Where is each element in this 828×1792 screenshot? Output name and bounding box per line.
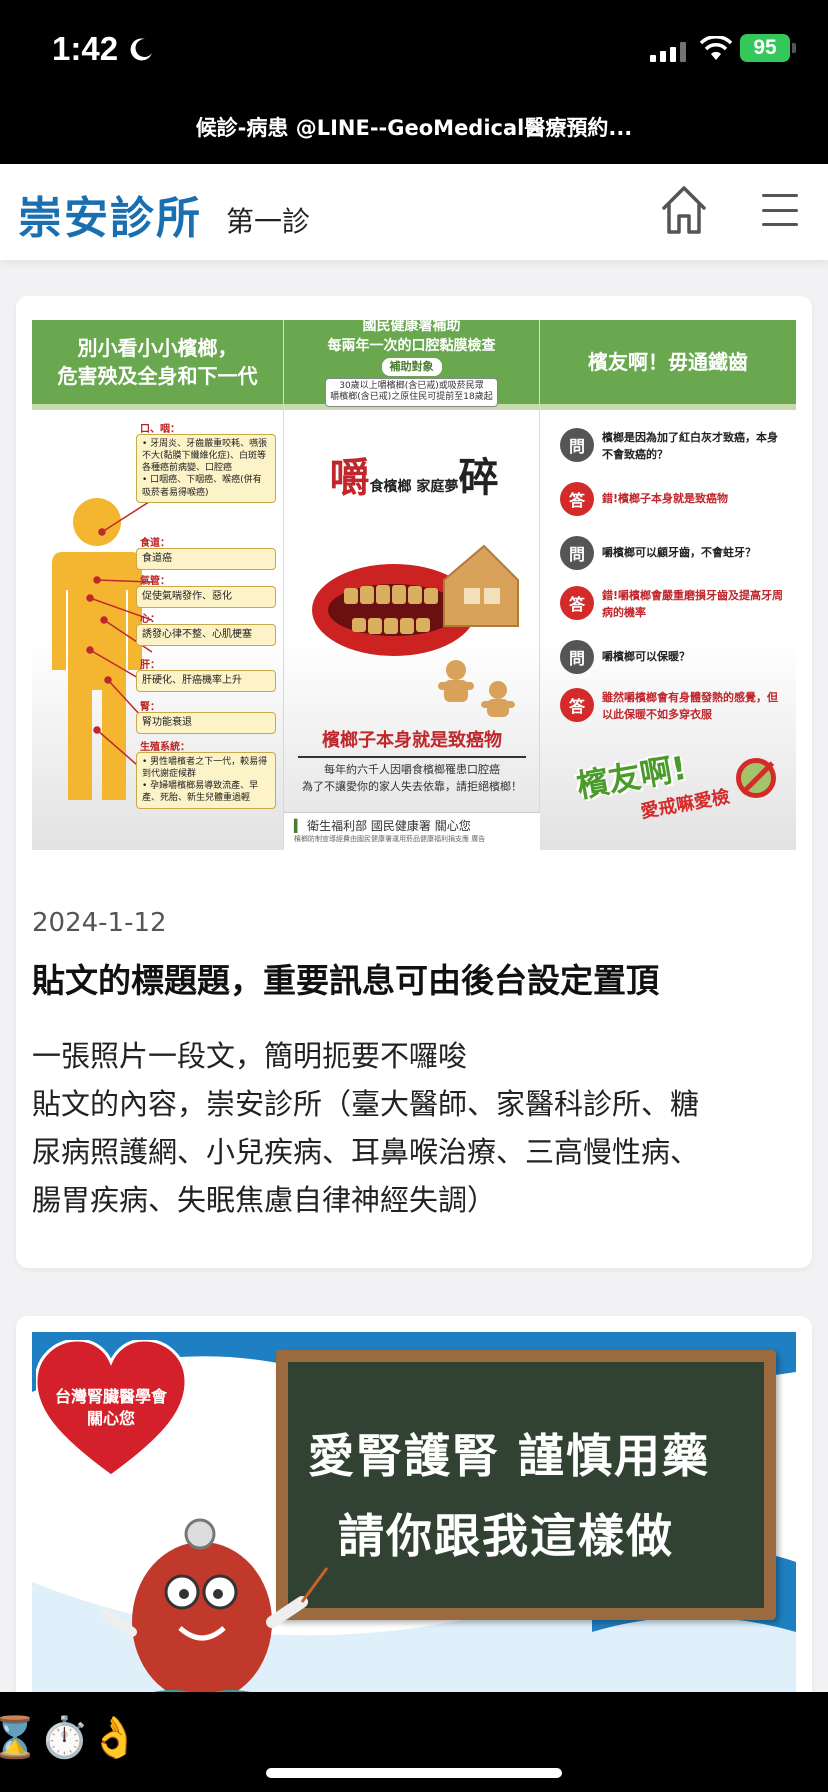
- post-card[interactable]: 別小看小小檳榔， 危害殃及全身和下一代 口、咽： • 牙周炎、牙齒嚴重咬耗、嚥張…: [16, 296, 812, 1268]
- poster-column-health-hazards: 別小看小小檳榔， 危害殃及全身和下一代 口、咽： • 牙周炎、牙齒嚴重咬耗、嚥張…: [32, 320, 284, 850]
- poster-headline: 嚼食檳榔 家庭夢碎: [314, 445, 514, 503]
- poster-kidney-label: 腎：: [140, 702, 160, 713]
- poster-answer-2-text: 錯!嚼檳榔會嚴重磨損牙齒及提高牙周病的機率: [602, 589, 784, 619]
- poster-liver-label: 肝：: [140, 660, 160, 671]
- poster-column-qa: 檳友啊！毋通鐵齒 問 檳榔是因為加了紅白灰才致癌，本身不會致癌的？ 答 錯!檳榔…: [540, 320, 796, 850]
- post-body-line: 一張照片一段文，簡明扼要不囉唆: [32, 1039, 468, 1073]
- poster-col2-note: 30歲以上嚼檳榔(含已戒)或吸菸民眾 嚼檳榔(含已戒)之原住民可提前至18歲起: [325, 377, 498, 407]
- status-bar: 1:42 95 候診-病患 @LINE--GeoMedical醫療預約...: [0, 0, 828, 164]
- poster-liver-box: 肝硬化、肝癌機率上升: [136, 670, 276, 692]
- poster-trachea-box: 促使氣喘發作、惡化: [136, 586, 276, 608]
- wifi-icon: [700, 36, 732, 60]
- poster-answer-1-text: 錯!檳榔子本身就是致癌物: [602, 492, 729, 505]
- poster-headline-mid: 食檳榔 家庭夢: [369, 479, 459, 495]
- poster-slogan: 檳榔子本身就是致癌物: [298, 726, 526, 758]
- poster-reproductive-label: 生殖系統：: [140, 742, 190, 753]
- poster-reproductive-box: • 男性嚼檳者之下一代，較易得到代謝症候群 • 孕婦嚼檳榔易導致流產、早產、死胎…: [136, 752, 276, 809]
- moon-icon: [130, 38, 152, 61]
- gingerbread-icon: [438, 660, 515, 717]
- hamburger-menu-button[interactable]: [762, 194, 798, 226]
- post-image-betel-nut-poster[interactable]: 別小看小小檳榔， 危害殃及全身和下一代 口、咽： • 牙周炎、牙齒嚴重咬耗、嚥張…: [32, 320, 796, 850]
- battery-level: 95: [753, 36, 777, 59]
- poster-question-3: 問 嚼檳榔可以保暖？: [560, 640, 784, 674]
- poster-question-3-text: 嚼檳榔可以保暖？: [602, 650, 690, 663]
- poster-mouth-box: • 牙周炎、牙齒嚴重咬耗、嚥張不大(黏膜下纖維化症)、白斑等各種癌前病變、口腔癌…: [136, 434, 276, 503]
- poster-column-oral-screening: 國民健康署補助 每兩年一次的口腔黏膜檢查 補助對象 30歲以上嚼檳榔(含已戒)或…: [284, 320, 540, 850]
- status-emojis: ⌛⏱️👌: [0, 1715, 140, 1761]
- post-card[interactable]: 台灣腎臟醫學會 關心您 愛腎護腎 謹慎用藥 請你跟我這樣做: [16, 1316, 812, 1716]
- poster-col3-title: 檳友啊！毋通鐵齒: [588, 350, 748, 374]
- poster-col2-header: 國民健康署補助 每兩年一次的口腔黏膜檢查 補助對象 30歲以上嚼檳榔(含已戒)或…: [284, 320, 539, 410]
- poster-answer-3: 答 雖然嚼檳榔會有身體發熱的感覺，但以此保暖不如多穿衣服: [560, 688, 784, 723]
- answer-badge-icon: 答: [560, 586, 594, 620]
- poster-esophagus-box: 食道癌: [136, 548, 276, 570]
- answer-badge-icon: 答: [560, 482, 594, 516]
- signal-icon: [650, 42, 686, 62]
- site-header: 崇安診所 第一診: [0, 164, 828, 260]
- battery-indicator: 95: [740, 34, 790, 62]
- clinic-name[interactable]: 崇安診所: [18, 182, 202, 246]
- post-body: 一張照片一段文，簡明扼要不囉唆 貼文的內容，崇安診所（臺大醫師、家醫科診所、糖 …: [32, 1032, 800, 1224]
- poster-answer-3-text: 雖然嚼檳榔會有身體發熱的感覺，但以此保暖不如多穿衣服: [602, 691, 778, 721]
- poster-question-1-text: 檳榔是因為加了紅白灰才致癌，本身不會致癌的？: [602, 431, 778, 461]
- question-badge-icon: 問: [560, 536, 594, 570]
- question-badge-icon: 問: [560, 640, 594, 674]
- poster-question-2-text: 嚼檳榔可以顧牙齒，不會蛀牙？: [602, 546, 756, 559]
- poster-answer-2: 答 錯!嚼檳榔會嚴重磨損牙齒及提高牙周病的機率: [560, 586, 784, 621]
- poster-heart-label: 心：: [140, 614, 160, 625]
- post-body-line: 尿病照護網、小兒疾病、耳鼻喉治療、三高慢性病、: [32, 1135, 700, 1169]
- browser-title[interactable]: 候診-病患 @LINE--GeoMedical醫療預約...: [0, 112, 828, 142]
- poster-heart-box: 誘發心律不整、心肌梗塞: [136, 624, 276, 646]
- post-body-line: 腸胃疾病、失眠焦慮自律神經失調）: [32, 1183, 497, 1217]
- kidney-mascot-icon: [102, 1518, 329, 1710]
- bottom-bar: ⌛⏱️👌: [0, 1692, 828, 1792]
- poster-col2-title-2: 每兩年一次的口腔黏膜檢查: [327, 337, 496, 354]
- poster-small-text: 每年約六千人因嚼食檳榔罹患口腔癌 為了不讓愛你的家人失去依靠，請拒絕檳榔！: [302, 763, 522, 793]
- poster-headline-char-1: 嚼: [329, 455, 370, 501]
- post-body-line: 貼文的內容，崇安診所（臺大醫師、家醫科診所、糖: [32, 1087, 700, 1121]
- poster-footer-org-text: 衛生福利部 國民健康署 關心您: [307, 819, 471, 833]
- poster-answer-1: 答 錯!檳榔子本身就是致癌物: [560, 482, 784, 516]
- status-time: 1:42: [52, 30, 119, 67]
- post-title[interactable]: 貼文的標題題，重要訊息可由後台設定置頂: [32, 954, 802, 1002]
- post-date: 2024-1-12: [32, 908, 167, 938]
- ministry-logo-icon: ▍: [294, 819, 304, 833]
- poster-col2-tag: 補助對象: [381, 358, 442, 376]
- poster-col1-title-2: 危害殃及全身和下一代: [57, 364, 258, 388]
- answer-badge-icon: 答: [560, 688, 594, 722]
- clinic-subtitle: 第一診: [226, 205, 311, 238]
- poster-headline-char-2: 碎: [458, 455, 499, 501]
- poster-mouth-label: 口、咽：: [140, 424, 180, 435]
- post-image-kidney-poster[interactable]: 台灣腎臟醫學會 關心您 愛腎護腎 謹慎用藥 請你跟我這樣做: [32, 1332, 796, 1716]
- poster-kidney-box: 腎功能衰退: [136, 712, 276, 734]
- poster-esophagus-label: 食道：: [140, 538, 170, 549]
- poster2-board-line-1: 愛腎護腎 謹慎用藥: [308, 1429, 711, 1483]
- poster-question-2: 問 嚼檳榔可以顧牙齒，不會蛀牙？: [560, 536, 784, 570]
- poster-footer-org: ▍ 衛生福利部 國民健康署 關心您: [294, 817, 530, 834]
- no-betel-nut-icon: [736, 758, 776, 798]
- poster-footer: ▍ 衛生福利部 國民健康署 關心您 檳榔防制宣導經費由國民健康署運用菸品健康福利…: [284, 812, 540, 850]
- home-icon[interactable]: [660, 184, 708, 236]
- poster-trachea-label: 氣管：: [140, 576, 170, 587]
- poster2-heart-text: 台灣腎臟醫學會 關心您: [54, 1387, 167, 1428]
- poster-col3-header: 檳友啊！毋通鐵齒: [540, 320, 796, 410]
- poster-col2-title-1: 國民健康署補助: [362, 320, 461, 335]
- poster-question-1: 問 檳榔是因為加了紅白灰才致癌，本身不會致癌的？: [560, 428, 784, 463]
- poster-footer-small: 檳榔防制宣導經費由國民健康署運用菸品健康福利捐支應 廣告: [294, 835, 486, 843]
- poster-col1-header: 別小看小小檳榔， 危害殃及全身和下一代: [32, 320, 283, 410]
- battery-tip: [792, 43, 796, 53]
- home-indicator[interactable]: [266, 1768, 562, 1778]
- poster-col1-title-1: 別小看小小檳榔，: [77, 336, 238, 360]
- question-badge-icon: 問: [560, 428, 594, 462]
- chalkboard: 愛腎護腎 謹慎用藥 請你跟我這樣做: [276, 1350, 776, 1620]
- poster2-board-line-2: 請你跟我這樣做: [338, 1509, 674, 1563]
